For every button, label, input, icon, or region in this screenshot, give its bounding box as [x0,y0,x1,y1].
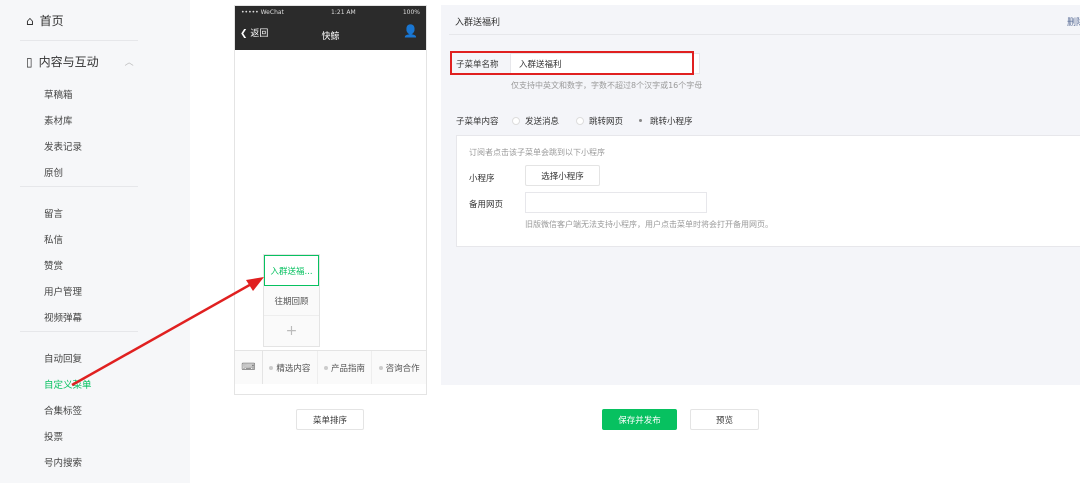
radio-jump-miniprogram[interactable]: 跳转小程序 [637,115,693,127]
sidebar-item[interactable]: 用户管理 [44,284,82,298]
divider [20,186,138,187]
sidebar-item[interactable]: 自动回复 [44,351,82,365]
document-icon: ▯ [26,54,33,69]
menu-bar: ⌨ 精选内容 产品指南 咨询合作 [235,350,426,384]
backup-url-input[interactable] [525,192,707,213]
add-submenu-button[interactable]: + [264,316,319,346]
chevron-up-icon: ︿ [124,58,134,68]
sidebar-item[interactable]: 素材库 [44,113,73,127]
submenu-list: 入群送福... 往期回顾 + [263,254,320,347]
submenu-item[interactable]: 往期回顾 [264,286,319,316]
name-hint: 仅支持中英文和数字，字数不超过8个汉字或16个字母 [511,81,703,90]
sidebar-item[interactable]: 投票 [44,429,63,443]
preview-button[interactable]: 预览 [690,409,759,430]
content-label: 子菜单内容 [456,117,499,127]
sidebar-item[interactable]: 私信 [44,232,63,246]
menu-item[interactable]: 咨询合作 [372,351,426,384]
annotation-highlight [450,51,694,75]
miniprogram-hint: 订阅者点击该子菜单会跳到以下小程序 [469,148,605,157]
miniprogram-settings: 订阅者点击该子菜单会跳到以下小程序 小程序 选择小程序 备用网页 旧版微信客户端… [456,135,1080,247]
home-icon: ⌂ [26,13,34,28]
sidebar-item[interactable]: 自定义菜单 [44,377,92,391]
phone-preview: ••••• WeChat 1:21 AM 100% ❮ 返回 快鲸 👤 入群送福..… [234,5,427,395]
sidebar-item[interactable]: 赞赏 [44,258,63,272]
submenu-item[interactable]: 入群送福... [264,255,319,286]
menu-sort-button[interactable]: 菜单排序 [296,409,364,430]
sidebar-item[interactable]: 原创 [44,165,63,179]
sidebar-item[interactable]: 合集标签 [44,403,82,417]
sidebar-item[interactable]: 留言 [44,206,63,220]
sidebar-item[interactable]: 草稿箱 [44,87,73,101]
keyboard-icon[interactable]: ⌨ [235,351,263,384]
backup-url-hint: 旧版微信客户端无法支持小程序，用户点击菜单时将会打开备用网页。 [525,220,773,229]
sidebar-item[interactable]: 发表记录 [44,139,82,153]
radio-send-message[interactable]: 发送消息 [512,115,559,127]
nav-home[interactable]: ⌂ 首页 [26,12,64,29]
backup-url-label: 备用网页 [469,200,504,210]
divider [20,331,138,332]
menu-item[interactable]: 精选内容 [263,351,318,384]
status-bar: ••••• WeChat 1:21 AM 100% [235,6,426,18]
delete-link[interactable]: 删除 [1067,15,1080,28]
save-publish-button[interactable]: 保存并发布 [602,409,677,430]
sidebar: ⌂ 首页 ▯ 内容与互动 ︿ 草稿箱素材库发表记录原创留言私信赞赏用户管理视频弹幕自动… [0,0,190,483]
user-icon: 👤 [403,24,418,38]
sidebar-item[interactable]: 视频弹幕 [44,310,82,324]
divider [20,40,138,41]
submenu-editor: 入群送福利 删除 子菜单名称 入群送福利 仅支持中英文和数字，字数不超过8个汉字… [441,5,1080,385]
title-bar: ❮ 返回 快鲸 👤 [235,18,426,50]
editor-title: 入群送福利 [455,18,501,28]
account-name: 快鲸 [321,32,340,42]
select-miniprogram-button[interactable]: 选择小程序 [525,165,600,186]
miniprogram-label: 小程序 [469,174,495,184]
nav-content-section[interactable]: ▯ 内容与互动 ︿ [26,53,134,70]
radio-jump-webpage[interactable]: 跳转网页 [576,115,623,127]
menu-item[interactable]: 产品指南 [318,351,373,384]
sidebar-item[interactable]: 号内搜索 [44,455,82,469]
